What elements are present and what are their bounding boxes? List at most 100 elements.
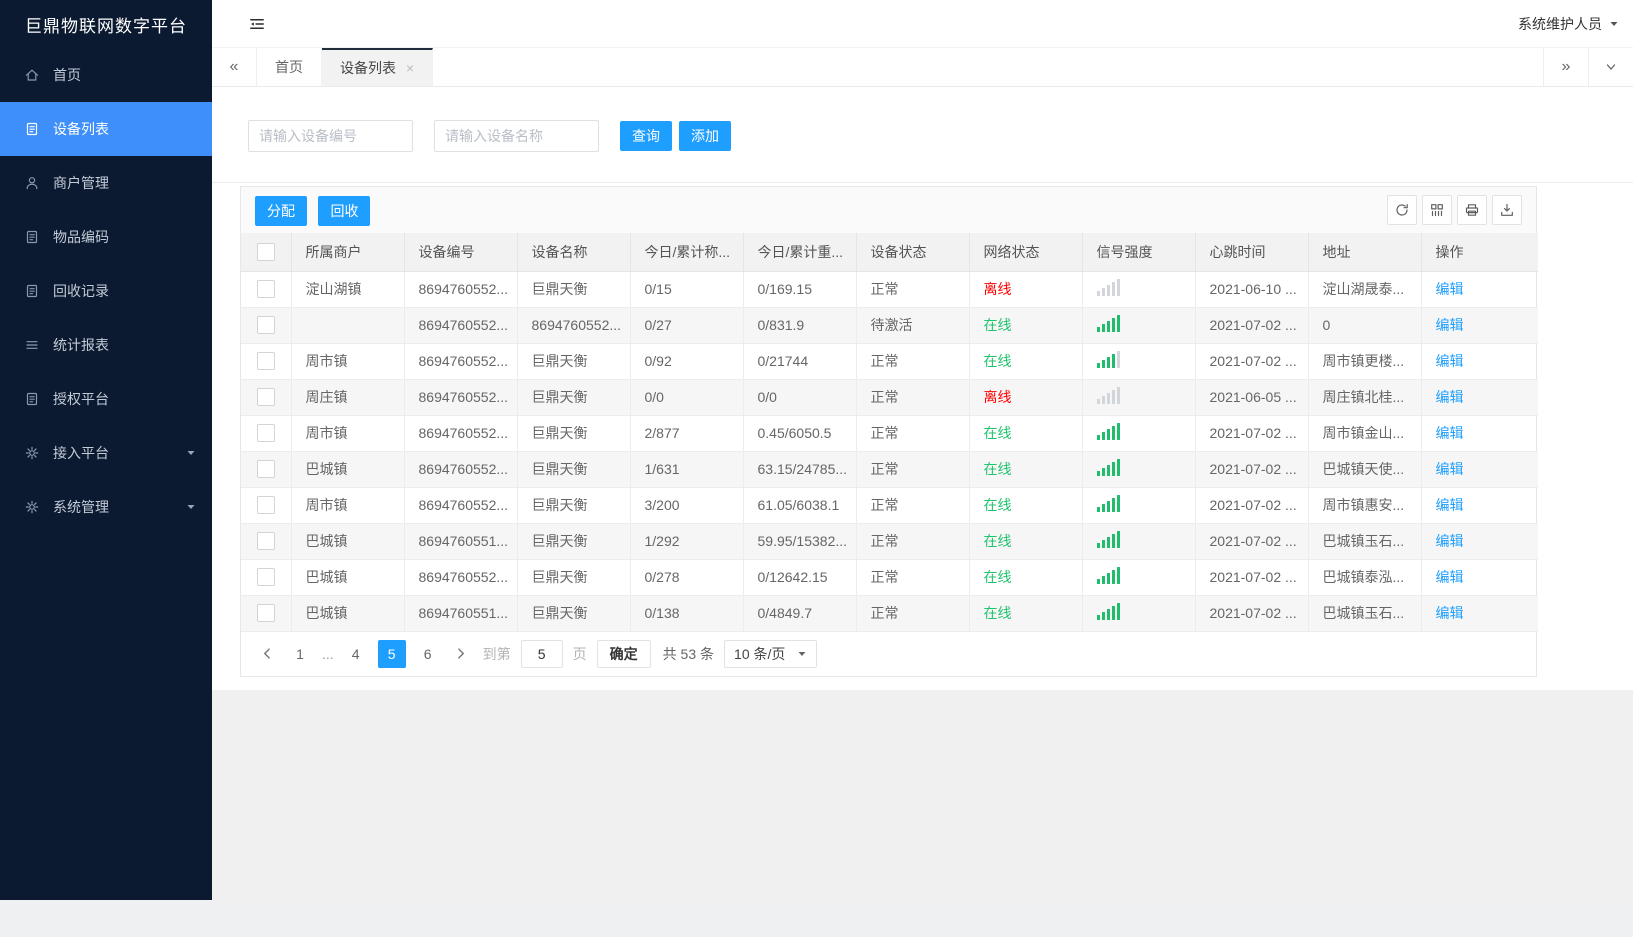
sidebar-item-home[interactable]: 首页 — [0, 48, 212, 102]
edit-link[interactable]: 编辑 — [1436, 281, 1464, 297]
edit-link[interactable]: 编辑 — [1436, 497, 1464, 513]
sidebar-item-device-list[interactable]: 设备列表 — [0, 102, 212, 156]
cell-today-weight: 63.15/24785... — [743, 451, 857, 488]
page-button-6[interactable]: 6 — [414, 640, 442, 668]
export-icon — [1499, 202, 1515, 218]
cell-merchant: 巴城镇 — [291, 595, 405, 632]
edit-link[interactable]: 编辑 — [1436, 353, 1464, 369]
cell-today-weight: 0/831.9 — [743, 307, 857, 344]
cell-today-count: 0/138 — [630, 595, 744, 632]
doc-icon — [24, 283, 40, 299]
total-count: 共 53 条 — [662, 645, 715, 662]
cell-device-no: 8694760552... — [404, 379, 518, 416]
edit-link[interactable]: 编辑 — [1436, 461, 1464, 477]
edit-link[interactable]: 编辑 — [1436, 569, 1464, 585]
row-checkbox[interactable] — [256, 532, 275, 551]
tabbar: « 首页 设备列表 × » — [212, 47, 1633, 87]
column-header: 地址 — [1308, 233, 1422, 272]
row-checkbox[interactable] — [256, 460, 275, 479]
row-checkbox[interactable] — [256, 568, 275, 587]
edit-link[interactable]: 编辑 — [1436, 425, 1464, 441]
table-row: 巴城镇 8694760552... 巨鼎天衡 0/278 0/12642.15 正常 在线 2… — [241, 559, 1538, 596]
cell-today-weight: 61.05/6038.1 — [743, 487, 857, 524]
row-checkbox[interactable] — [256, 352, 275, 371]
columns-button[interactable] — [1422, 195, 1452, 225]
prev-page-button[interactable] — [261, 647, 274, 660]
row-checkbox[interactable] — [256, 280, 275, 299]
next-page-button[interactable] — [454, 647, 467, 660]
edit-link[interactable]: 编辑 — [1436, 317, 1464, 333]
cell-network-status: 离线 — [969, 379, 1083, 416]
user-menu[interactable]: 系统维护人员 — [1518, 14, 1619, 34]
page-button-5[interactable]: 5 — [377, 639, 406, 668]
row-checkbox[interactable] — [256, 424, 275, 443]
page-size-select[interactable]: 10 条/页 — [724, 639, 818, 668]
page-button-4[interactable]: 4 — [342, 640, 370, 668]
cell-today-weight: 0/0 — [743, 379, 857, 416]
print-button[interactable] — [1457, 195, 1487, 225]
sidebar-item-recycle-record[interactable]: 回收记录 — [0, 264, 212, 318]
assign-button[interactable]: 分配 — [255, 195, 307, 226]
refresh-button[interactable] — [1387, 195, 1417, 225]
sidebar-item-stats-report[interactable]: 统计报表 — [0, 318, 212, 372]
toolbar-left: 分配 回收 — [255, 195, 371, 226]
row-checkbox[interactable] — [256, 496, 275, 515]
cell-today-count: 1/292 — [630, 523, 744, 560]
row-checkbox[interactable] — [256, 388, 275, 407]
page-button-1[interactable]: 1 — [286, 640, 314, 668]
sidebar-item-system-mgmt[interactable]: 系统管理 — [0, 480, 212, 534]
device-name-input[interactable] — [434, 120, 599, 152]
export-button[interactable] — [1492, 195, 1522, 225]
cell-merchant: 周庄镇 — [291, 379, 405, 416]
cell-device-status: 正常 — [856, 415, 970, 452]
cell-address: 周市镇更楼... — [1308, 343, 1422, 380]
tabs-scroll-right-button[interactable]: » — [1543, 48, 1588, 86]
edit-link[interactable]: 编辑 — [1436, 389, 1464, 405]
sidebar-item-auth-platform[interactable]: 授权平台 — [0, 372, 212, 426]
cell-today-weight: 0/12642.15 — [743, 559, 857, 596]
edit-link[interactable]: 编辑 — [1436, 605, 1464, 621]
confirm-button[interactable]: 确定 — [596, 639, 651, 668]
device-no-input[interactable] — [248, 120, 413, 152]
cell-heartbeat: 2021-07-02 ... — [1195, 307, 1309, 344]
row-checkbox[interactable] — [256, 604, 275, 623]
pagination: 1... 456 到第 页 确定 共 53 条 10 条/页 — [241, 631, 1536, 676]
cell-today-weight: 59.95/15382... — [743, 523, 857, 560]
gear-icon — [24, 445, 40, 461]
cell-merchant: 巴城镇 — [291, 559, 405, 596]
user-icon — [24, 175, 40, 191]
tabs-scroll-left-button[interactable]: « — [212, 48, 257, 86]
signal-bars-icon — [1096, 567, 1120, 584]
sidebar-menu: 首页 设备列表 商户管理 物品编码 回收记录 统计报表 授权平台 接入平台 系统管理 — [0, 48, 212, 534]
cell-today-count: 0/27 — [630, 307, 744, 344]
sidebar-item-item-code[interactable]: 物品编码 — [0, 210, 212, 264]
tab-close-icon[interactable]: × — [406, 60, 414, 76]
query-button[interactable]: 查询 — [620, 121, 672, 151]
cell-device-name: 巨鼎天衡 — [517, 415, 631, 452]
table-row: 巴城镇 8694760551... 巨鼎天衡 1/292 59.95/15382... 正… — [241, 523, 1538, 560]
column-header: 今日/累计称... — [630, 233, 744, 272]
caret-down-icon — [797, 649, 807, 659]
cell-today-weight: 0/21744 — [743, 343, 857, 380]
add-button[interactable]: 添加 — [679, 121, 731, 151]
tab-首页[interactable]: 首页 — [257, 48, 322, 86]
sidebar-collapse-icon[interactable] — [248, 15, 266, 33]
recycle-button[interactable]: 回收 — [318, 195, 371, 226]
cell-address: 0 — [1308, 307, 1422, 344]
doc-icon — [24, 229, 40, 245]
cell-signal-strength — [1082, 379, 1196, 416]
select-all-checkbox[interactable] — [256, 242, 275, 261]
cell-device-status: 正常 — [856, 523, 970, 560]
edit-link[interactable]: 编辑 — [1436, 533, 1464, 549]
tab-设备列表[interactable]: 设备列表 × — [322, 48, 434, 86]
column-header: 心跳时间 — [1195, 233, 1309, 272]
cell-device-no: 8694760552... — [404, 559, 518, 596]
cell-today-count: 0/92 — [630, 343, 744, 380]
row-checkbox[interactable] — [256, 316, 275, 335]
goto-page-input[interactable] — [520, 639, 563, 668]
sidebar-item-merchant-mgmt[interactable]: 商户管理 — [0, 156, 212, 210]
tabs-menu-button[interactable] — [1588, 48, 1633, 86]
cell-device-status: 正常 — [856, 487, 970, 524]
cell-device-no: 8694760551... — [404, 523, 518, 560]
sidebar-item-access-platform[interactable]: 接入平台 — [0, 426, 212, 480]
